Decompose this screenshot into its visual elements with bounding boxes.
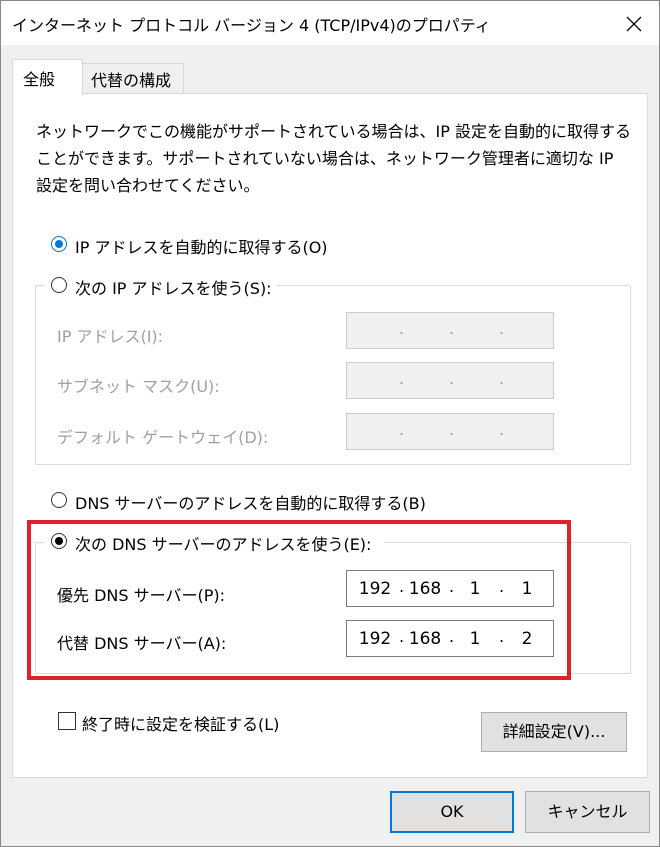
ip-auto-radio[interactable]	[51, 236, 67, 252]
default-gateway-label: デフォルト ゲートウェイ(D):	[57, 428, 269, 447]
ip-address-field: ...	[346, 312, 554, 349]
dns-auto-radio[interactable]	[51, 492, 67, 508]
ip-address-label: IP アドレス(I):	[57, 327, 164, 346]
subnet-mask-field: ...	[346, 362, 554, 399]
default-gateway-field: ...	[346, 413, 554, 450]
window-title: インターネット プロトコル バージョン 4 (TCP/IPv4)のプロパティ	[12, 16, 491, 35]
ip-manual-label[interactable]: 次の IP アドレスを使う(S):	[75, 275, 272, 299]
dns-auto-label[interactable]: DNS サーバーのアドレスを自動的に取得する(B)	[75, 490, 426, 514]
dialog-window: インターネット プロトコル バージョン 4 (TCP/IPv4)のプロパティ 全…	[0, 0, 660, 847]
validate-label[interactable]: 終了時に設定を検証する(L)	[82, 711, 279, 735]
ip-manual-radio[interactable]	[51, 277, 67, 293]
tab-general[interactable]: 全般	[12, 59, 83, 95]
subnet-mask-label: サブネット マスク(U):	[57, 377, 220, 396]
tab-alternate-config[interactable]: 代替の構成	[82, 63, 184, 93]
description-text: ネットワークでこの機能がサポートされている場合は、IP 設定を自動的に取得するこ…	[36, 122, 631, 195]
close-icon[interactable]	[623, 13, 645, 35]
highlight-box	[27, 520, 571, 680]
ok-button[interactable]: OK	[390, 791, 514, 833]
validate-checkbox[interactable]	[58, 712, 76, 730]
ip-auto-label[interactable]: IP アドレスを自動的に取得する(O)	[75, 234, 328, 258]
cancel-button[interactable]: キャンセル	[525, 791, 650, 833]
title-bar: インターネット プロトコル バージョン 4 (TCP/IPv4)のプロパティ	[1, 1, 659, 45]
advanced-button[interactable]: 詳細設定(V)...	[481, 712, 627, 752]
